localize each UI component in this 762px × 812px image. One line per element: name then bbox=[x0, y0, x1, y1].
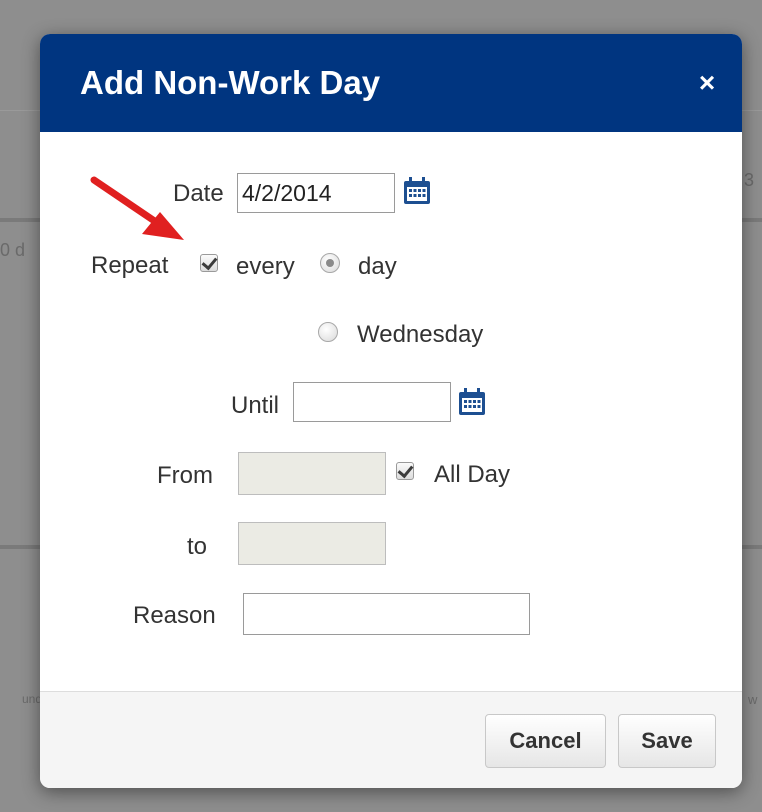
background-text: w bbox=[748, 692, 758, 707]
reason-field[interactable] bbox=[243, 593, 530, 635]
red-arrow-annotation bbox=[90, 176, 184, 240]
all-day-label: All Day bbox=[434, 461, 511, 488]
weekday-option-label: Wednesday bbox=[357, 321, 484, 348]
radio-selected-dot bbox=[326, 259, 334, 267]
to-time-field[interactable] bbox=[238, 522, 386, 565]
background-text: 0 d bbox=[0, 240, 26, 260]
from-time-field[interactable] bbox=[238, 452, 386, 495]
background-text: 3 bbox=[744, 170, 755, 190]
close-icon[interactable]: × bbox=[694, 69, 720, 97]
every-label: every bbox=[236, 253, 295, 280]
calendar-icon[interactable] bbox=[457, 387, 487, 417]
day-radio[interactable] bbox=[320, 253, 340, 273]
weekday-radio[interactable] bbox=[318, 322, 338, 342]
all-day-checkbox[interactable] bbox=[396, 461, 414, 480]
cancel-button[interactable]: Cancel bbox=[485, 714, 606, 768]
checkmark-icon bbox=[201, 253, 218, 271]
from-label: From bbox=[157, 462, 213, 489]
day-option-label: day bbox=[358, 253, 397, 280]
reason-label: Reason bbox=[133, 602, 216, 629]
until-label: Until bbox=[231, 392, 280, 419]
repeat-label: Repeat bbox=[91, 252, 169, 279]
date-field[interactable] bbox=[237, 173, 395, 213]
calendar-icon[interactable] bbox=[402, 176, 432, 206]
dialog-footer: Cancel Save bbox=[40, 691, 742, 788]
add-non-work-day-dialog: Add Non-Work Day × Date Repeat every day… bbox=[40, 34, 742, 788]
to-label: to bbox=[187, 533, 208, 560]
dialog-header: Add Non-Work Day × bbox=[40, 34, 742, 132]
repeat-checkbox[interactable] bbox=[200, 253, 218, 272]
save-button[interactable]: Save bbox=[618, 714, 716, 768]
checkmark-icon bbox=[397, 461, 414, 479]
until-field[interactable] bbox=[293, 382, 451, 422]
dialog-title: Add Non-Work Day bbox=[80, 64, 381, 101]
